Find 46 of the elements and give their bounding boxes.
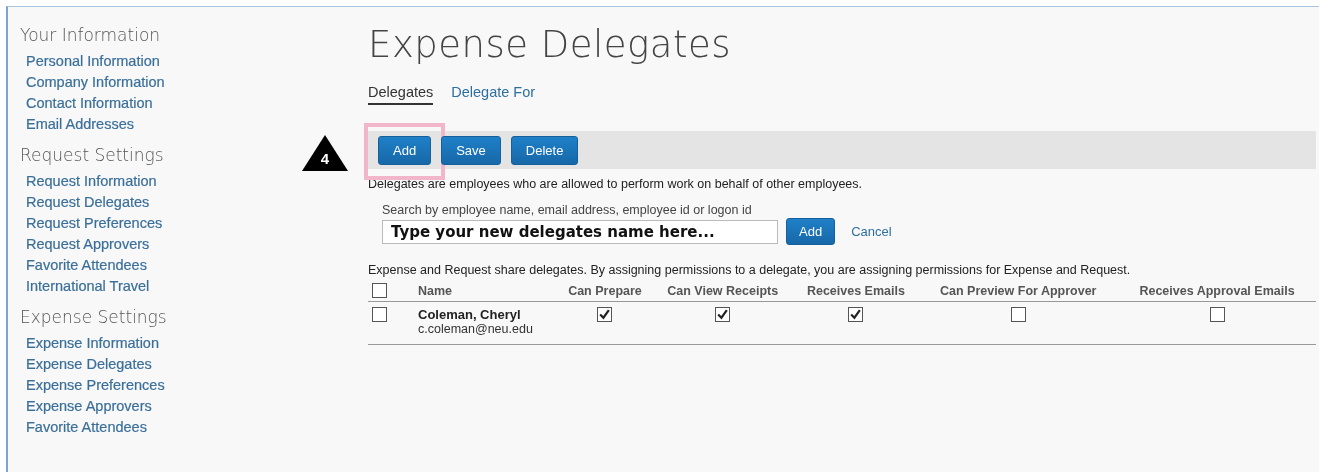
sidebar-link[interactable]: Company Information xyxy=(20,72,320,93)
section-heading: Expense Settings xyxy=(20,307,168,327)
column-header: Can Prepare xyxy=(568,284,642,299)
tab[interactable]: Delegate For xyxy=(451,84,536,105)
delegate-name: Coleman, Cheryl xyxy=(418,307,522,323)
sidebar-link[interactable]: Expense Delegates xyxy=(20,354,320,375)
tab[interactable]: Delegates xyxy=(368,84,434,105)
permission-checkbox[interactable] xyxy=(848,307,864,323)
search-field[interactable]: Type your new delegates name here... xyxy=(382,219,778,244)
section-heading: Your Information xyxy=(20,25,162,45)
intro-text: Delegates are employees who are allowed to perform work on behalf of other employees. xyxy=(368,177,864,191)
sidebar-link[interactable]: Request Information xyxy=(20,171,320,192)
column-header: Receives Approval Emails xyxy=(1139,284,1295,299)
row-checkbox[interactable] xyxy=(372,307,387,323)
permission-checkbox[interactable] xyxy=(597,307,613,323)
column-header: Name xyxy=(418,284,453,299)
sidebar-link[interactable]: Request Delegates xyxy=(20,192,320,213)
column-header: Can Preview For Approver xyxy=(939,284,1097,299)
sidebar-link[interactable]: Request Preferences xyxy=(20,213,320,234)
column-header: Receives Emails xyxy=(806,284,905,299)
cancel-link[interactable]: Cancel xyxy=(851,224,892,239)
note-text: Expense and Request share delegates. By assigning permissions to a delegate, you are assigning permissions for Expense and Request. xyxy=(368,263,1132,277)
sidebar-link[interactable]: Contact Information xyxy=(20,93,320,114)
toolbar-button[interactable]: Delete xyxy=(510,135,579,165)
sidebar-link[interactable]: Email Addresses xyxy=(20,114,320,135)
section-heading: Request Settings xyxy=(20,145,165,165)
select-all-checkbox[interactable] xyxy=(372,283,387,299)
sidebar-link[interactable]: Personal Information xyxy=(20,51,320,72)
search-label: Search by employee name, email address, employee id or logon id xyxy=(382,203,753,217)
add-button[interactable]: Add xyxy=(786,218,836,245)
page-title: Expense Delegates xyxy=(368,23,732,66)
sidebar-link[interactable]: Expense Approvers xyxy=(20,396,320,417)
sidebar-link[interactable]: International Travel xyxy=(20,276,320,297)
delegate-email: c.coleman@neu.edu xyxy=(418,322,534,337)
sidebar-link[interactable]: Favorite Attendees xyxy=(20,417,320,438)
permission-checkbox[interactable] xyxy=(715,307,731,323)
permission-checkbox[interactable] xyxy=(1010,307,1026,323)
sidebar-link[interactable]: Request Approvers xyxy=(20,234,320,255)
permission-checkbox[interactable] xyxy=(1209,307,1225,323)
step-badge: 4 xyxy=(302,135,348,171)
sidebar-link[interactable]: Favorite Attendees xyxy=(20,255,320,276)
sidebar-link[interactable]: Expense Preferences xyxy=(20,375,320,396)
sidebar-link[interactable]: Expense Information xyxy=(20,333,320,354)
toolbar-button[interactable]: Save xyxy=(441,135,501,165)
column-header: Can View Receipts xyxy=(667,284,779,299)
toolbar-button[interactable]: Add xyxy=(378,135,432,165)
